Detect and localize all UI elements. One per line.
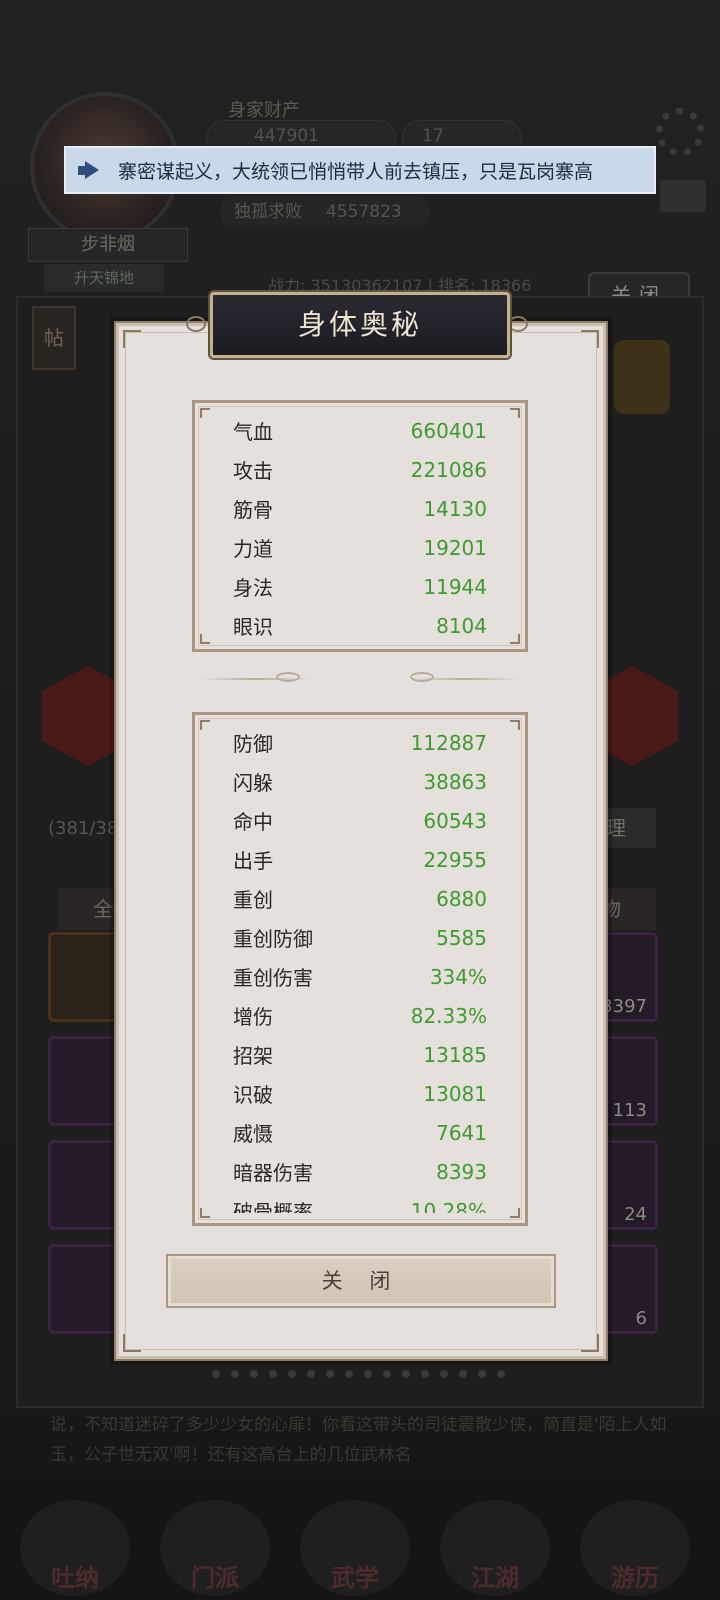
stat-value: 5585 <box>436 925 487 950</box>
stat-label: 威慑 <box>233 1122 273 1146</box>
divider-swirl-icon <box>276 672 300 682</box>
nav-label: 游历 <box>611 1564 659 1592</box>
nav-label: 武学 <box>331 1564 379 1592</box>
stat-value: 221086 <box>410 457 487 482</box>
stat-value: 7641 <box>436 1120 487 1145</box>
close-button[interactable]: 关 闭 <box>166 1254 556 1308</box>
divider-swirl-icon <box>410 672 434 682</box>
stat-row: 增伤 82.33% <box>233 996 487 1035</box>
stat-value: 13081 <box>423 1081 487 1106</box>
stat-label: 识破 <box>233 1083 273 1107</box>
player-realm: 升天锦地 <box>44 264 164 292</box>
stat-label: 力道 <box>233 537 273 561</box>
settings-gear-icon[interactable] <box>656 108 704 156</box>
stat-row: 防御 112887 <box>233 723 487 762</box>
mail-icon[interactable] <box>660 180 706 212</box>
combat-stats-list[interactable]: 防御 112887 闪躲 38863 命中 60543 出手 22955 重创 6880 重创防御 5… <box>233 723 487 1214</box>
stat-value: 11944 <box>423 574 487 599</box>
nav-label: 门派 <box>191 1564 239 1592</box>
stat-row: 闪躲 38863 <box>233 762 487 801</box>
title-ornament-right <box>508 316 528 332</box>
stat-label: 重创 <box>233 888 273 912</box>
jade-amount: 17 <box>422 126 444 146</box>
stat-value: 10.28% <box>410 1198 487 1214</box>
nav-label: 江湖 <box>471 1564 519 1592</box>
stat-label: 闪躲 <box>233 771 273 795</box>
stat-label: 命中 <box>233 810 273 834</box>
stat-label: 暗器伤害 <box>233 1161 313 1185</box>
stat-value: 334% <box>429 964 487 989</box>
assets-title: 身家财产 <box>228 100 300 121</box>
megaphone-icon <box>78 160 104 180</box>
stat-row: 暗器伤害 8393 <box>233 1152 487 1191</box>
stat-label: 身法 <box>233 576 273 600</box>
stat-value: 660401 <box>410 418 487 443</box>
stat-row: 眼识 8104 <box>233 606 487 645</box>
stat-label: 眼识 <box>233 615 273 639</box>
invitation-tie-button[interactable]: 帖 <box>32 306 76 370</box>
stat-row: 出手 22955 <box>233 840 487 879</box>
stat-row: 攻击 221086 <box>233 450 487 489</box>
medal-icon[interactable] <box>614 340 670 414</box>
stat-row: 破骨概率 10.28% <box>233 1191 487 1214</box>
stat-row: 识破 13081 <box>233 1074 487 1113</box>
basic-stats-box: 气血 660401 攻击 221086 筋骨 14130 力道 19201 身法 11944 眼识 8… <box>192 400 528 652</box>
stat-label: 筋骨 <box>233 498 273 522</box>
ornament-corner <box>123 1334 141 1352</box>
stat-value: 22955 <box>423 847 487 872</box>
stat-value: 14130 <box>423 496 487 521</box>
clan-badge: 独孤求败 4557823 <box>220 196 430 228</box>
stat-label: 重创伤害 <box>233 966 313 990</box>
stat-value: 19201 <box>423 535 487 560</box>
stat-row: 力道 19201 <box>233 528 487 567</box>
dialog-title: 身体奥秘 <box>210 292 510 358</box>
stat-row: 命中 60543 <box>233 801 487 840</box>
announcement-text: 寨密谋起义，大统领已悄悄带人前去镇压，只是瓦岗寨高 <box>118 160 594 183</box>
stat-label: 增伤 <box>233 1005 273 1029</box>
clan-value: 4557823 <box>326 202 402 222</box>
player-name: 步非烟 <box>28 228 188 262</box>
combat-stats-box[interactable]: 防御 112887 闪躲 38863 命中 60543 出手 22955 重创 6880 重创防御 5… <box>192 712 528 1226</box>
clan-label: 独孤求败 <box>234 202 302 222</box>
stat-label: 气血 <box>233 420 273 444</box>
ornament-corner <box>581 1334 599 1352</box>
announcement-banner: 寨密谋起义，大统领已悄悄带人前去镇压，只是瓦岗寨高 <box>64 146 656 194</box>
stat-value: 8393 <box>436 1159 487 1184</box>
ornament-corner <box>123 330 141 348</box>
basic-stats-list: 气血 660401 攻击 221086 筋骨 14130 力道 19201 身法 11944 眼识 8… <box>233 411 487 645</box>
stat-value: 13185 <box>423 1042 487 1067</box>
stat-value: 8104 <box>436 613 487 638</box>
stat-value: 6880 <box>436 886 487 911</box>
slot-count: 24 <box>624 1204 647 1225</box>
slot-count: 6 <box>635 1308 647 1329</box>
stat-row: 身法 11944 <box>233 567 487 606</box>
stat-row: 招架 13185 <box>233 1035 487 1074</box>
stat-value: 82.33% <box>410 1003 487 1028</box>
slot-count: 3397 <box>601 996 647 1017</box>
stat-label: 攻击 <box>233 459 273 483</box>
stat-label: 防御 <box>233 732 273 756</box>
slot-count: 113 <box>612 1100 647 1121</box>
stat-row: 重创防御 5585 <box>233 918 487 957</box>
silver-amount: 447901 <box>254 126 319 146</box>
stat-value: 112887 <box>410 730 487 755</box>
stat-row: 威慑 7641 <box>233 1113 487 1152</box>
inventory-count: (381/38 <box>48 818 119 839</box>
title-ornament-left <box>186 316 206 332</box>
nav-label: 吐纳 <box>51 1564 99 1592</box>
ornament-corner <box>581 330 599 348</box>
stat-value: 38863 <box>423 769 487 794</box>
page-indicator <box>212 1370 505 1378</box>
stat-label: 重创防御 <box>233 927 313 951</box>
stat-label: 出手 <box>233 849 273 873</box>
stat-value: 60543 <box>423 808 487 833</box>
stat-row: 气血 660401 <box>233 411 487 450</box>
stat-row: 重创 6880 <box>233 879 487 918</box>
stat-label: 破骨概率 <box>233 1200 313 1213</box>
story-text: 说，不知道迷碎了多少少女的心扉！你看这带头的司徒震散少侠，简直是'陌上人如玉，公… <box>50 1415 667 1465</box>
stat-row: 重创伤害 334% <box>233 957 487 996</box>
stat-row: 筋骨 14130 <box>233 489 487 528</box>
stat-label: 招架 <box>233 1044 273 1068</box>
